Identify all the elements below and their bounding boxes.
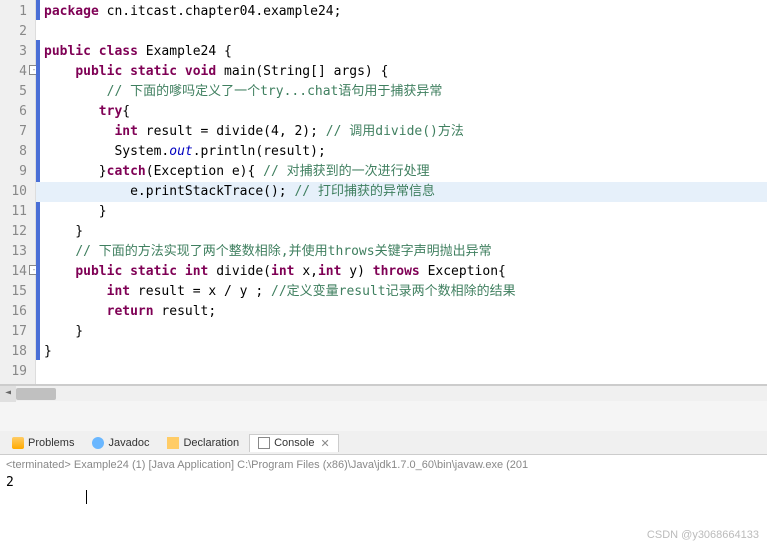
code-line[interactable]: try{	[36, 102, 767, 122]
line-number: 13	[4, 242, 27, 262]
tab-javadoc[interactable]: Javadoc	[84, 435, 157, 451]
tab-problems[interactable]: Problems	[4, 435, 82, 451]
tab-declaration[interactable]: Declaration	[159, 435, 247, 451]
line-number: 5	[4, 82, 27, 102]
line-number: 4-	[4, 62, 27, 82]
code-editor[interactable]: 1 2 3 4- 5 6 7 8 9 10 11 12 13 14- 15 16…	[0, 0, 767, 385]
line-number-gutter: 1 2 3 4- 5 6 7 8 9 10 11 12 13 14- 15 16…	[0, 0, 36, 384]
code-line[interactable]: return result;	[36, 302, 767, 322]
line-number: 7	[4, 122, 27, 142]
line-number: 16	[4, 302, 27, 322]
line-number: 15	[4, 282, 27, 302]
line-number: 19	[4, 362, 27, 382]
console-cursor-line[interactable]	[6, 490, 761, 504]
declaration-icon	[167, 437, 179, 449]
tab-console[interactable]: Console✕	[249, 434, 339, 452]
code-content[interactable]: package cn.itcast.chapter04.example24; p…	[36, 0, 767, 384]
text-cursor-icon	[86, 490, 87, 504]
code-line[interactable]	[36, 22, 767, 42]
code-line-current[interactable]: e.printStackTrace(); // 打印捕获的异常信息	[36, 182, 767, 202]
line-number: 3	[4, 42, 27, 62]
line-number: 2	[4, 22, 27, 42]
panel-separator	[0, 401, 767, 431]
line-number: 14-	[4, 262, 27, 282]
scroll-left-arrow-icon[interactable]: ◄	[0, 386, 16, 402]
code-line[interactable]: }	[36, 322, 767, 342]
horizontal-scrollbar[interactable]: ◄	[0, 385, 767, 401]
code-line[interactable]: // 下面的嗲吗定义了一个try...chat语句用于捕获异常	[36, 82, 767, 102]
watermark-label: CSDN @y3068664133	[647, 529, 759, 541]
code-line[interactable]: public class Example24 {	[36, 42, 767, 62]
problems-icon	[12, 437, 24, 449]
code-line[interactable]: int result = divide(4, 2); // 调用divide()…	[36, 122, 767, 142]
code-line[interactable]: public static int divide(int x,int y) th…	[36, 262, 767, 282]
code-line[interactable]: }	[36, 222, 767, 242]
line-number: 18	[4, 342, 27, 362]
line-number: 17	[4, 322, 27, 342]
scroll-thumb[interactable]	[16, 388, 56, 400]
bottom-tabs-bar: Problems Javadoc Declaration Console✕	[0, 431, 767, 455]
code-line[interactable]: }	[36, 202, 767, 222]
line-number: 6	[4, 102, 27, 122]
console-process-label: <terminated> Example24 (1) [Java Applica…	[6, 459, 761, 471]
line-number: 10	[4, 182, 27, 202]
line-number: 9	[4, 162, 27, 182]
line-number: 1	[4, 2, 27, 22]
code-line[interactable]: package cn.itcast.chapter04.example24;	[36, 2, 767, 22]
code-line[interactable]: // 下面的方法实现了两个整数相除,并使用throws关键字声明抛出异常	[36, 242, 767, 262]
line-number: 8	[4, 142, 27, 162]
code-line[interactable]: System.out.println(result);	[36, 142, 767, 162]
code-line[interactable]	[36, 362, 767, 382]
close-icon[interactable]: ✕	[320, 437, 329, 450]
line-number: 12	[4, 222, 27, 242]
console-output: 2	[6, 475, 761, 490]
code-line[interactable]: int result = x / y ; //定义变量result记录两个数相除…	[36, 282, 767, 302]
javadoc-icon	[92, 437, 104, 449]
line-number: 11	[4, 202, 27, 222]
code-line[interactable]: public static void main(String[] args) {	[36, 62, 767, 82]
console-panel[interactable]: <terminated> Example24 (1) [Java Applica…	[0, 455, 767, 508]
console-icon	[258, 437, 270, 449]
code-line[interactable]: }catch(Exception e){ // 对捕获到的一次进行处理	[36, 162, 767, 182]
code-line[interactable]: }	[36, 342, 767, 362]
